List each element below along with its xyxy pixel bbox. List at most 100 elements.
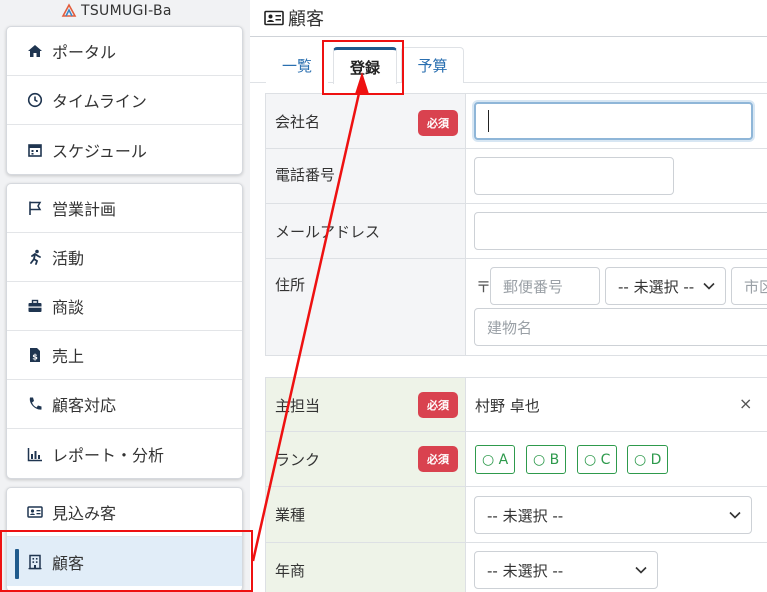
form-row-email: メールアドレス (265, 204, 767, 259)
page-title: 顧客 (288, 9, 324, 30)
select-value: -- 未選択 -- (487, 506, 564, 525)
sidebar-item-label: レポート・分析 (52, 445, 165, 465)
sidebar-item-label: 顧客 (52, 553, 85, 573)
city-input[interactable]: 市区 (731, 267, 767, 305)
form-row-revenue: 年商 -- 未選択 -- (265, 543, 767, 592)
postal-code-input[interactable]: 郵便番号 (490, 267, 600, 305)
owner-value: 村野 卓也 (475, 397, 540, 415)
logo-text: TSUMUGI-Ba (81, 3, 172, 19)
page-header: 顧客 (250, 0, 767, 37)
chevron-down-icon (635, 566, 647, 574)
phone-icon (29, 397, 42, 410)
field-label: 主担当 (275, 397, 321, 415)
sidebar-item-portal[interactable]: ポータル (7, 27, 242, 76)
sidebar-item-customers[interactable]: 顧客 (7, 537, 242, 586)
field-label: 住所 (275, 276, 306, 294)
tab-label: 登録 (349, 58, 380, 77)
select-value: -- 未選択 -- (487, 561, 564, 580)
clock-icon (27, 92, 43, 108)
sidebar-item-label: 活動 (52, 249, 85, 268)
id-card-icon (264, 10, 284, 26)
sidebar-item-label: 売上 (52, 347, 85, 366)
home-icon (28, 45, 42, 57)
nav-group-sales: 営業計画 活動 商談 $ 売上 顧客対応 レポート・分析 (6, 183, 243, 479)
revenue-select[interactable]: -- 未選択 -- (474, 551, 658, 589)
required-badge: 必須 (418, 392, 458, 418)
sidebar: TSUMUGI-Ba ポータル タイムライン スケジュール 営業計画 活動 商談… (0, 0, 250, 592)
tab-list[interactable]: 一覧 (266, 47, 328, 83)
sidebar-item-schedule[interactable]: スケジュール (7, 125, 242, 174)
sidebar-item-label: ポータル (52, 43, 117, 62)
sidebar-item-label: 商談 (52, 298, 85, 317)
option-label: B (549, 451, 560, 468)
sidebar-item-revenue[interactable]: $ 売上 (7, 331, 242, 380)
sidebar-item-label: 営業計画 (52, 200, 117, 219)
sidebar-item-customer-support[interactable]: 顧客対応 (7, 380, 242, 429)
email-input[interactable] (474, 212, 767, 250)
sidebar-item-label: 見込み客 (52, 504, 117, 523)
field-label: 電話番号 (275, 166, 336, 184)
industry-select[interactable]: -- 未選択 -- (474, 496, 752, 534)
form-row-address: 住所 〒 郵便番号 -- 未選択 -- 市区 建物名 (265, 259, 767, 356)
option-label: C (600, 451, 611, 468)
svg-text:$: $ (32, 353, 38, 362)
sidebar-item-prospects[interactable]: 見込み客 (7, 488, 242, 537)
sidebar-item-deals[interactable]: 商談 (7, 282, 242, 331)
option-label: D (650, 451, 662, 468)
sidebar-item-label: タイムライン (52, 92, 147, 111)
company-name-input[interactable] (474, 102, 753, 140)
field-label: 会社名 (275, 113, 321, 131)
placeholder-text: 郵便番号 (503, 277, 564, 296)
form-row-company: 会社名 必須 (265, 93, 767, 149)
field-label: 年商 (275, 562, 306, 580)
select-value: -- 未選択 -- (618, 277, 695, 296)
sidebar-item-label: スケジュール (52, 141, 147, 161)
placeholder-text: 建物名 (487, 318, 533, 337)
form-row-owner: 主担当 必須 村野 卓也 × (265, 377, 767, 432)
prefecture-select[interactable]: -- 未選択 -- (605, 267, 726, 305)
option-label: A (498, 451, 509, 468)
logo-icon (61, 3, 77, 17)
building-input[interactable]: 建物名 (474, 308, 767, 346)
form-row-phone: 電話番号 (265, 149, 767, 204)
field-label: 業種 (275, 506, 306, 524)
phone-input[interactable] (474, 157, 674, 195)
building-icon (28, 554, 42, 569)
sidebar-item-label: 顧客対応 (52, 396, 117, 415)
chevron-down-icon (703, 282, 715, 290)
rank-option-b[interactable]: ○ B (526, 445, 567, 474)
sidebar-item-timeline[interactable]: タイムライン (7, 76, 242, 125)
invoice-icon: $ (30, 348, 40, 362)
tab-bar: 一覧 登録 予算 (250, 37, 767, 84)
sidebar-item-sales-plan[interactable]: 営業計画 (7, 184, 242, 233)
required-badge: 必須 (418, 446, 458, 472)
rank-option-d[interactable]: ○ D (627, 445, 669, 474)
form-row-industry: 業種 -- 未選択 -- (265, 487, 767, 543)
nav-group-main: ポータル タイムライン スケジュール (6, 26, 243, 175)
id-card-icon (27, 506, 43, 518)
running-icon (30, 249, 41, 265)
nav-group-customers: 見込み客 顧客 (6, 487, 243, 592)
tab-register[interactable]: 登録 (333, 47, 397, 84)
postal-mark: 〒 (476, 278, 492, 296)
flag-icon (29, 201, 42, 215)
clear-owner-button[interactable]: × (739, 394, 752, 413)
briefcase-icon (28, 299, 42, 312)
sidebar-item-activity[interactable]: 活動 (7, 233, 242, 282)
tab-label: 一覧 (281, 56, 312, 75)
text-caret (488, 110, 489, 132)
calendar-icon (28, 143, 42, 157)
placeholder-text: 市区 (744, 277, 767, 296)
required-badge: 必須 (418, 110, 458, 136)
form-row-rank: ランク 必須 ○ A ○ B ○ C ○ D (265, 432, 767, 487)
tab-budget[interactable]: 予算 (401, 47, 464, 83)
tab-label: 予算 (417, 57, 448, 75)
bar-chart-icon (27, 447, 42, 461)
rank-option-a[interactable]: ○ A (475, 445, 516, 474)
rank-option-c[interactable]: ○ C (577, 445, 618, 474)
chevron-down-icon (729, 511, 741, 519)
sidebar-item-reports[interactable]: レポート・分析 (7, 429, 242, 478)
field-label: ランク (275, 451, 321, 469)
app-logo[interactable]: TSUMUGI-Ba (60, 3, 172, 19)
field-label: メールアドレス (275, 223, 381, 241)
